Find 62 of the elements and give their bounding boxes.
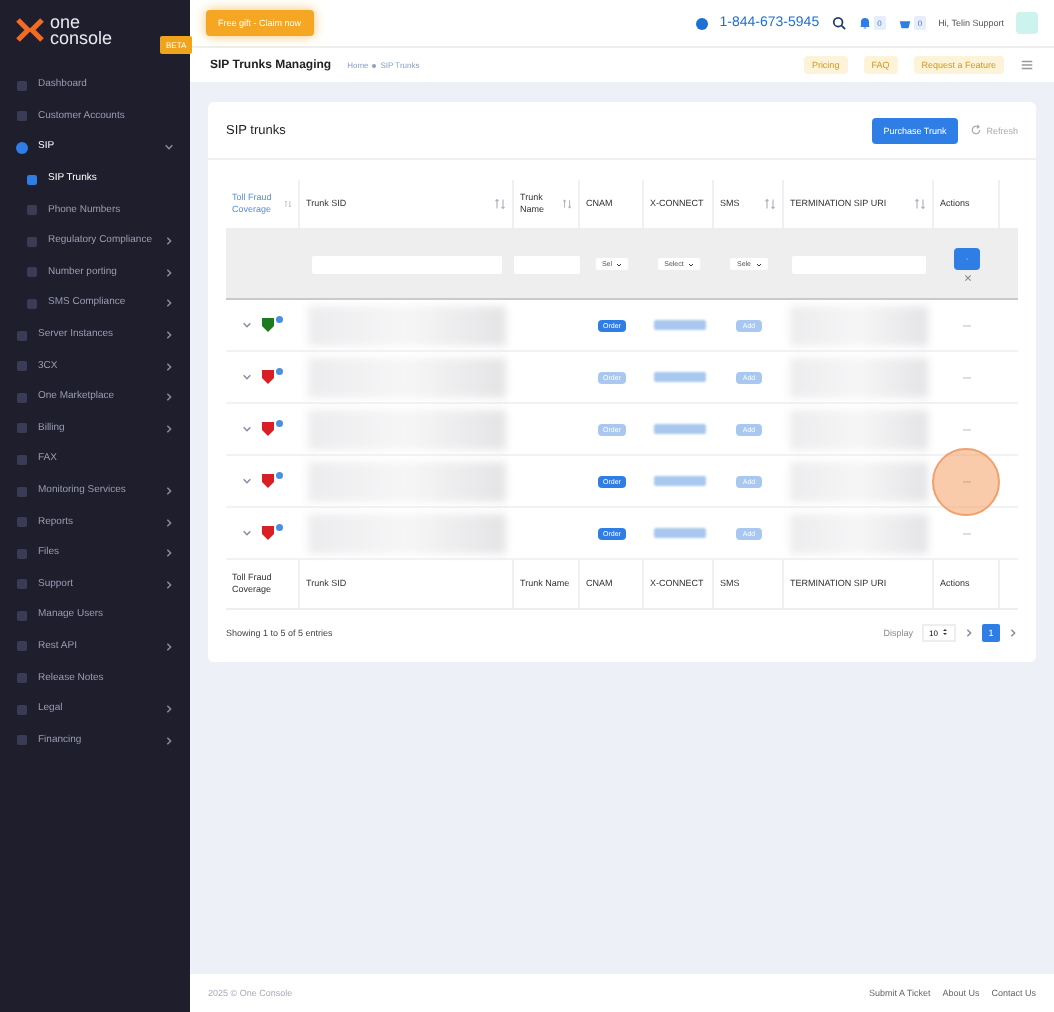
phone-icon — [695, 17, 708, 29]
sort-icon[interactable] — [494, 198, 506, 210]
menu-item-icon — [16, 391, 28, 404]
chevron-icon — [964, 628, 974, 638]
menu-item-icon — [16, 485, 28, 498]
logo-icon — [16, 16, 44, 44]
menu-item-icon — [16, 141, 28, 154]
refresh-icon[interactable] — [970, 124, 983, 136]
menu-item-icon — [16, 453, 28, 466]
redacted-badge — [653, 320, 705, 330]
updown-icon — [942, 628, 948, 636]
menu-item-icon — [16, 329, 28, 342]
info-icon[interactable] — [276, 472, 284, 480]
chevron-icon — [1008, 628, 1018, 638]
redacted-area — [790, 461, 928, 501]
redacted-area — [790, 305, 928, 345]
redacted-area — [790, 513, 928, 553]
menu-item-icon — [26, 235, 38, 248]
menu-item-icon — [16, 110, 28, 123]
redacted-badge — [653, 476, 705, 486]
logo-text: console — [50, 30, 113, 46]
menu-item-icon — [16, 609, 28, 622]
menu-item-icon — [16, 640, 28, 653]
menu-item-icon — [16, 360, 28, 373]
close-icon[interactable] — [963, 273, 971, 281]
info-icon[interactable] — [276, 524, 284, 532]
menu-item-icon — [26, 173, 38, 186]
menu-item-icon — [16, 516, 28, 529]
redacted-badge — [653, 372, 705, 382]
menu-item-icon — [26, 297, 38, 310]
info-icon[interactable] — [276, 368, 284, 376]
redacted-badge — [653, 424, 705, 434]
redacted-area — [790, 409, 928, 449]
chevron-icon — [242, 372, 253, 382]
menu-item-icon — [26, 266, 38, 279]
click-highlight — [932, 448, 1000, 516]
chevron-icon — [242, 476, 253, 486]
logo-text: one — [50, 14, 81, 30]
menu-item-icon — [16, 734, 28, 747]
menu-item-icon — [16, 703, 28, 716]
sort-icon[interactable] — [561, 198, 572, 210]
sort-icon[interactable] — [764, 198, 776, 210]
menu-item-icon — [16, 547, 28, 560]
menu-item-icon — [16, 672, 28, 685]
chevron-icon — [242, 528, 253, 538]
menu-icon[interactable] — [1020, 58, 1034, 72]
menu-item-icon — [16, 578, 28, 591]
redacted-badge — [653, 528, 705, 538]
sort-icon[interactable] — [914, 198, 926, 210]
menu-item-icon — [16, 79, 28, 92]
chevron-icon — [242, 320, 253, 330]
bell-icon[interactable] — [857, 16, 872, 30]
basket-icon[interactable] — [897, 16, 912, 30]
menu-item-icon — [16, 422, 28, 435]
sort-icon[interactable] — [284, 198, 292, 210]
menu-item-icon — [26, 204, 38, 217]
search-icon[interactable] — [831, 16, 846, 30]
chevron-icon — [242, 424, 253, 434]
search-button[interactable] — [954, 247, 980, 269]
info-icon[interactable] — [276, 316, 284, 324]
redacted-area — [790, 357, 928, 397]
info-icon[interactable] — [276, 420, 284, 428]
